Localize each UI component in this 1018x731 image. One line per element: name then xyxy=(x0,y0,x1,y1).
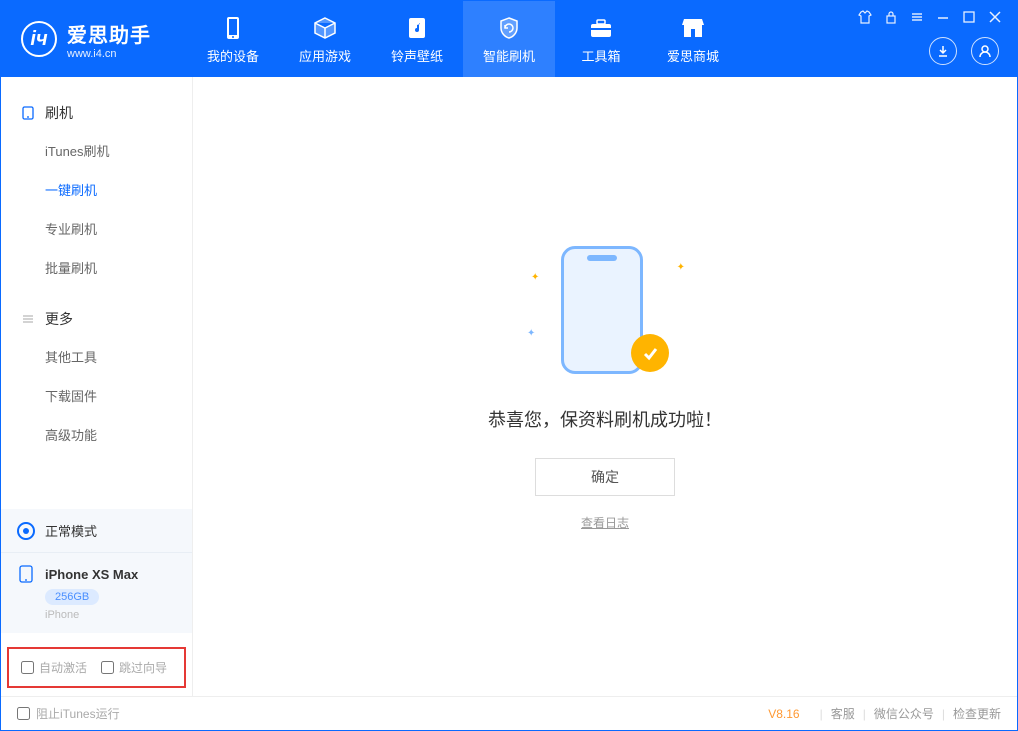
toolbox-icon xyxy=(587,14,615,42)
tab-label: 爱思商城 xyxy=(667,46,719,65)
store-icon xyxy=(679,14,707,42)
sidebar-item-other-tools[interactable]: 其他工具 xyxy=(1,337,192,376)
device-icon xyxy=(219,14,247,42)
check-badge-icon xyxy=(631,334,669,372)
user-button[interactable] xyxy=(971,37,999,65)
list-icon xyxy=(21,312,35,326)
checkbox-input[interactable] xyxy=(17,707,30,720)
app-logo: iч 爱思助手 www.i4.cn xyxy=(1,1,167,77)
sidebar-item-download-firmware[interactable]: 下载固件 xyxy=(1,376,192,415)
checkbox-auto-activate[interactable]: 自动激活 xyxy=(21,659,87,676)
device-name: iPhone XS Max xyxy=(45,567,138,582)
ok-button[interactable]: 确定 xyxy=(535,458,675,496)
sidebar-item-advanced[interactable]: 高级功能 xyxy=(1,415,192,454)
sidebar-item-itunes-flash[interactable]: iTunes刷机 xyxy=(1,131,192,170)
tab-label: 铃声壁纸 xyxy=(391,46,443,65)
sparkle-icon: ✦ xyxy=(527,328,535,339)
logo-icon: iч xyxy=(21,21,57,57)
version-label: V8.16 xyxy=(768,707,799,721)
sidebar-item-pro-flash[interactable]: 专业刷机 xyxy=(1,209,192,248)
refresh-shield-icon xyxy=(495,14,523,42)
checkbox-input[interactable] xyxy=(21,661,34,674)
tab-label: 工具箱 xyxy=(581,46,620,65)
mode-label: 正常模式 xyxy=(45,521,97,540)
tab-label: 应用游戏 xyxy=(299,46,351,65)
checkbox-block-itunes[interactable]: 阻止iTunes运行 xyxy=(17,705,120,722)
menu-icon[interactable] xyxy=(909,9,925,25)
shirt-icon[interactable] xyxy=(857,9,873,25)
close-button[interactable] xyxy=(987,9,1003,25)
checkbox-skip-setup[interactable]: 跳过向导 xyxy=(101,659,167,676)
footer-link-support[interactable]: 客服 xyxy=(831,705,855,722)
sidebar-group-label: 更多 xyxy=(45,309,73,329)
view-log-link[interactable]: 查看日志 xyxy=(581,514,629,531)
sidebar-mode-status[interactable]: 正常模式 xyxy=(1,509,192,552)
sidebar-group-more: 更多 xyxy=(1,301,192,337)
device-storage-badge: 256GB xyxy=(45,589,99,605)
mode-dot-icon xyxy=(17,522,35,540)
footer-link-wechat[interactable]: 微信公众号 xyxy=(874,705,934,722)
sidebar-item-batch-flash[interactable]: 批量刷机 xyxy=(1,248,192,287)
sidebar-group-label: 刷机 xyxy=(45,103,73,123)
device-phone-icon xyxy=(17,565,35,583)
tab-label: 我的设备 xyxy=(207,46,259,65)
tab-ringtones-wallpapers[interactable]: 铃声壁纸 xyxy=(371,1,463,77)
window-controls xyxy=(857,9,1003,25)
lock-icon[interactable] xyxy=(883,9,899,25)
main-tabs: 我的设备 应用游戏 铃声壁纸 智能刷机 工具箱 爱思商城 xyxy=(187,1,739,77)
tab-apps-games[interactable]: 应用游戏 xyxy=(279,1,371,77)
logo-subtitle: www.i4.cn xyxy=(67,48,151,60)
success-graphic: ✦ ✦ ✦ xyxy=(545,242,665,382)
sidebar-device-card[interactable]: iPhone XS Max 256GB iPhone xyxy=(1,552,192,633)
main-content: ✦ ✦ ✦ 恭喜您，保资料刷机成功啦！ 确定 查看日志 xyxy=(193,77,1017,696)
success-message: 恭喜您，保资料刷机成功啦！ xyxy=(488,406,722,432)
sidebar-group-flash: 刷机 xyxy=(1,95,192,131)
footer: 阻止iTunes运行 V8.16 | 客服 | 微信公众号 | 检查更新 xyxy=(1,696,1017,730)
phone-icon xyxy=(21,106,35,120)
sparkle-icon: ✦ xyxy=(677,262,685,273)
sidebar-options-box: 自动激活 跳过向导 xyxy=(7,647,186,688)
logo-title: 爱思助手 xyxy=(67,19,151,48)
header-action-buttons xyxy=(929,37,999,65)
sparkle-icon: ✦ xyxy=(531,272,539,283)
tab-toolbox[interactable]: 工具箱 xyxy=(555,1,647,77)
music-file-icon xyxy=(403,14,431,42)
app-header: iч 爱思助手 www.i4.cn 我的设备 应用游戏 铃声壁纸 智能刷机 xyxy=(1,1,1017,77)
tab-my-device[interactable]: 我的设备 xyxy=(187,1,279,77)
sidebar: 刷机 iTunes刷机 一键刷机 专业刷机 批量刷机 更多 其他工具 下载固件 … xyxy=(1,77,193,696)
maximize-button[interactable] xyxy=(961,9,977,25)
device-type: iPhone xyxy=(45,609,176,621)
tab-store[interactable]: 爱思商城 xyxy=(647,1,739,77)
tab-smart-flash[interactable]: 智能刷机 xyxy=(463,1,555,77)
checkbox-input[interactable] xyxy=(101,661,114,674)
download-button[interactable] xyxy=(929,37,957,65)
minimize-button[interactable] xyxy=(935,9,951,25)
footer-link-check-update[interactable]: 检查更新 xyxy=(953,705,1001,722)
tab-label: 智能刷机 xyxy=(483,46,535,65)
sidebar-item-onekey-flash[interactable]: 一键刷机 xyxy=(1,170,192,209)
cube-icon xyxy=(311,14,339,42)
